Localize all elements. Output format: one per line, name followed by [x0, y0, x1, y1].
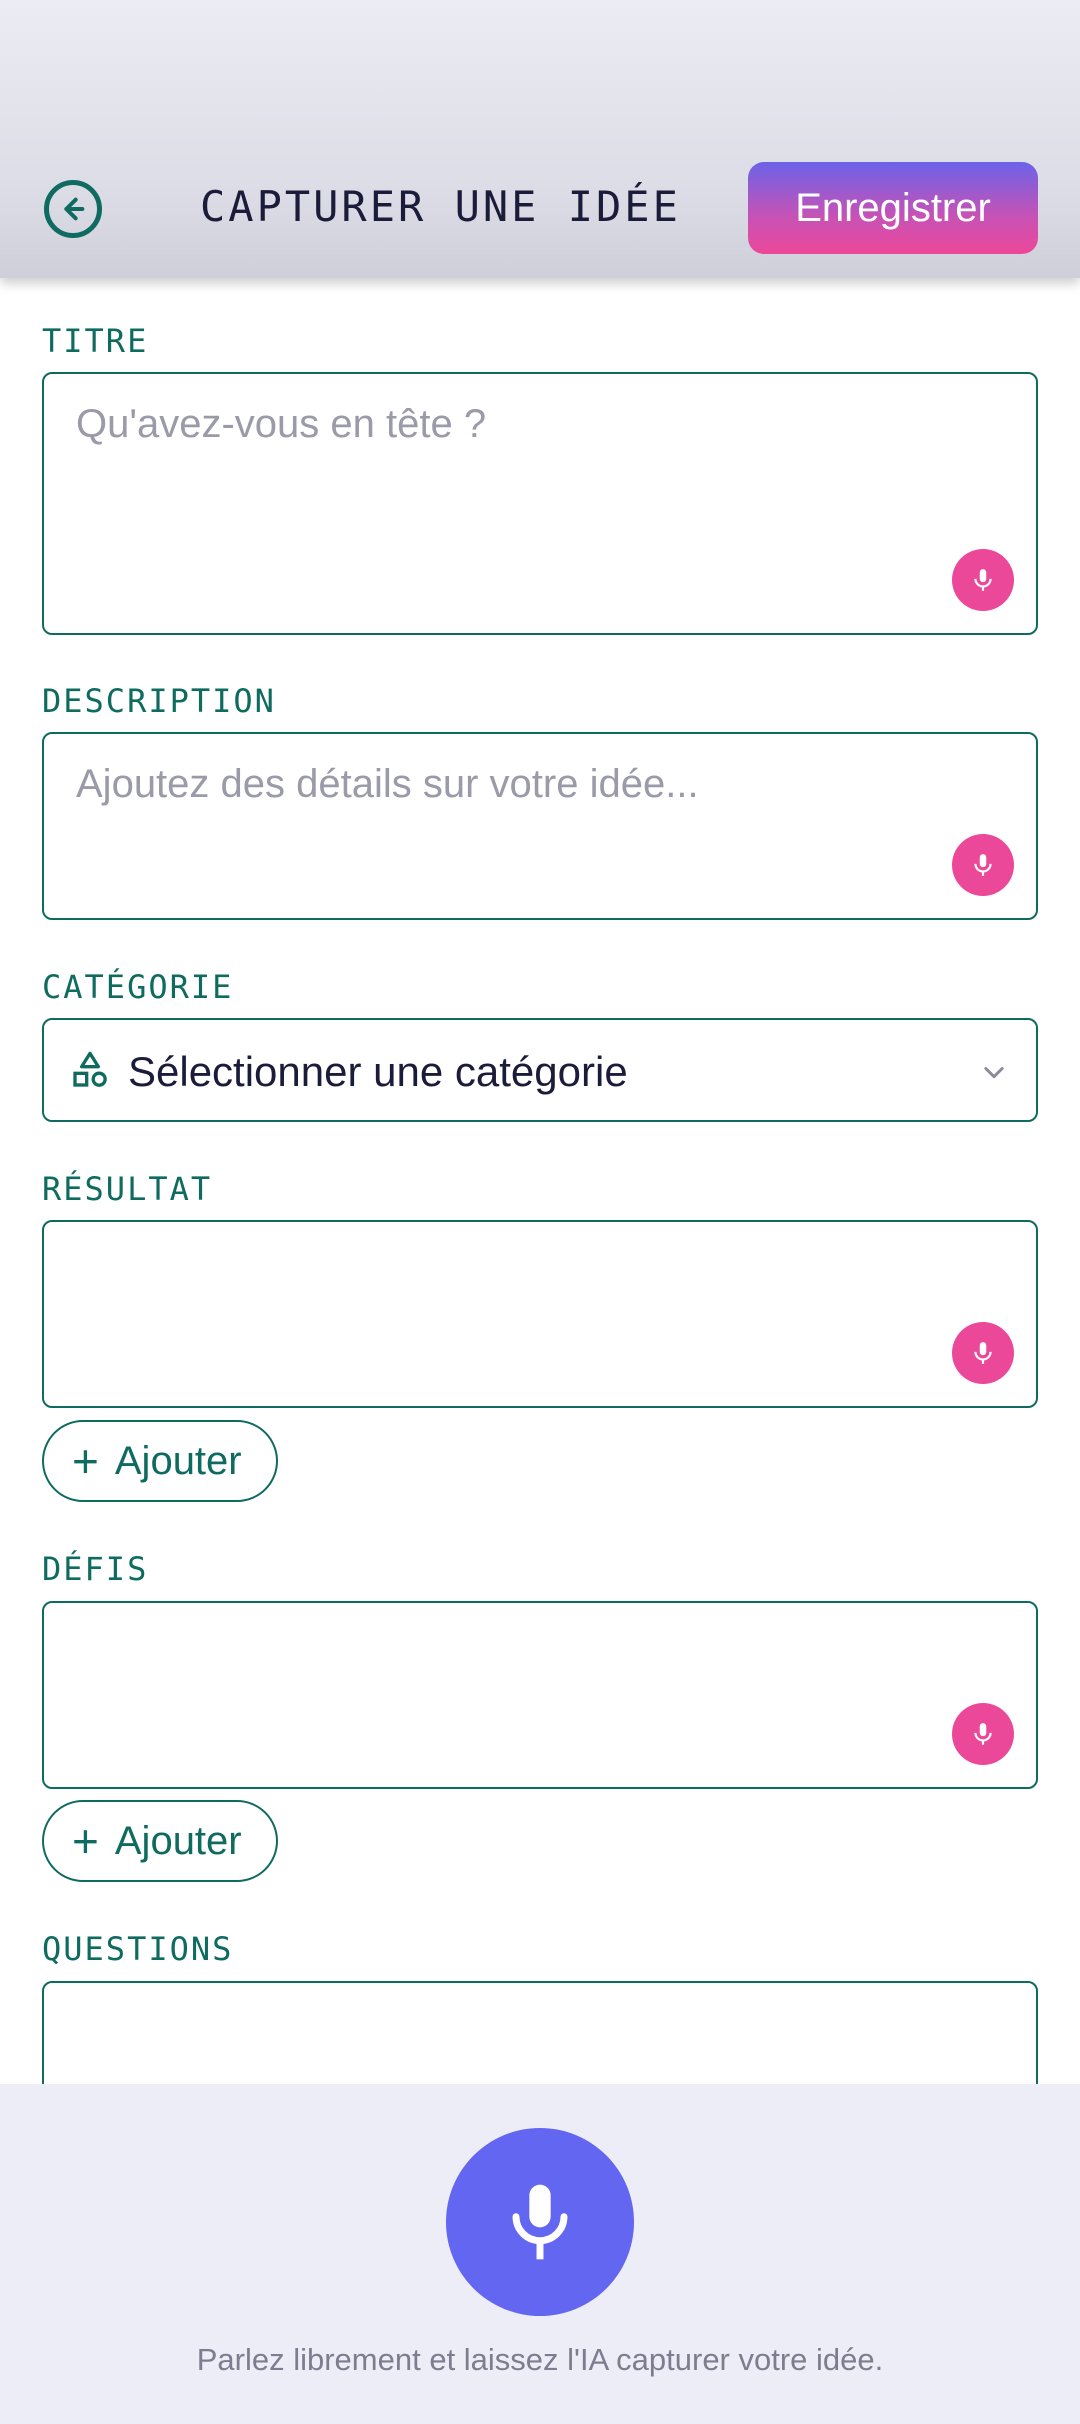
category-value: Sélectionner une catégorie [128, 1048, 628, 1095]
challenges-label: DÉFIS [42, 1550, 149, 1588]
category-select[interactable]: Sélectionner une catégorie [42, 1018, 1038, 1122]
voice-capture-panel: Parlez librement et laissez l'IA capture… [0, 2084, 1080, 2424]
title-mic-button[interactable] [952, 549, 1014, 611]
description-mic-button[interactable] [952, 834, 1014, 896]
voice-record-button[interactable] [446, 2128, 634, 2316]
add-challenge-label: Ajouter [114, 1818, 242, 1863]
result-label: RÉSULTAT [42, 1170, 213, 1208]
result-input[interactable] [42, 1220, 1038, 1408]
description-placeholder: Ajoutez des détails sur votre idée... [76, 762, 699, 806]
microphone-icon [974, 1342, 992, 1364]
title-input[interactable]: Qu'avez-vous en tête ? [42, 372, 1038, 635]
app-header: CAPTURER UNE IDÉE Enregistrer [0, 0, 1080, 278]
description-label: DESCRIPTION [42, 682, 276, 720]
description-input[interactable]: Ajoutez des détails sur votre idée... [42, 732, 1038, 920]
add-challenge-button[interactable]: + Ajouter [42, 1800, 278, 1882]
back-button[interactable] [44, 180, 102, 238]
microphone-icon [974, 569, 992, 591]
add-result-button[interactable]: + Ajouter [42, 1420, 278, 1502]
category-label: CATÉGORIE [42, 968, 234, 1006]
title-placeholder: Qu'avez-vous en tête ? [76, 402, 487, 446]
microphone-icon [974, 1723, 992, 1745]
back-arrow-icon [64, 197, 85, 221]
plus-icon: + [72, 1435, 99, 1487]
questions-label: QUESTIONS [42, 1930, 234, 1968]
result-mic-button[interactable] [952, 1322, 1014, 1384]
add-result-label: Ajouter [114, 1438, 242, 1483]
page-title: CAPTURER UNE IDÉE [200, 182, 681, 231]
voice-hint: Parlez librement et laissez l'IA capture… [196, 2342, 884, 2377]
microphone-icon [974, 854, 992, 876]
shapes-icon [73, 1051, 107, 1087]
challenges-input[interactable] [42, 1601, 1038, 1789]
title-label: TITRE [42, 322, 149, 360]
save-button[interactable]: Enregistrer [748, 162, 1038, 254]
chevron-down-icon [984, 1067, 1004, 1079]
challenges-mic-button[interactable] [952, 1703, 1014, 1765]
microphone-icon [512, 2184, 568, 2260]
plus-icon: + [72, 1815, 99, 1867]
